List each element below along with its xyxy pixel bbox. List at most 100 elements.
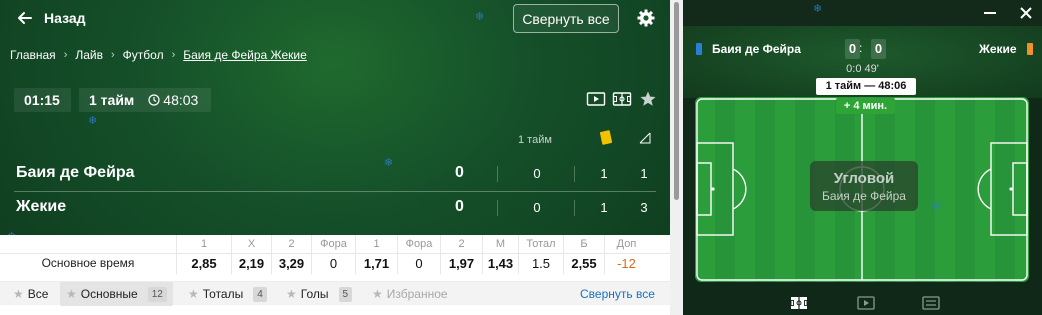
video-icon[interactable] bbox=[857, 296, 875, 310]
score-colon: : bbox=[859, 41, 863, 55]
yellow-cards: 1 bbox=[600, 200, 608, 215]
field-icon[interactable] bbox=[612, 91, 632, 107]
odds-header: 2 bbox=[440, 235, 482, 253]
filter-count: 12 bbox=[147, 286, 167, 302]
filter-label: Основные bbox=[80, 287, 138, 301]
breadcrumb-football[interactable]: Футбол bbox=[123, 48, 164, 62]
odds-value[interactable]: 3,29 bbox=[271, 254, 311, 274]
event-title: Угловой bbox=[833, 170, 895, 187]
odds-value[interactable]: 2,85 bbox=[176, 254, 231, 274]
filter-all[interactable]: ★ Все bbox=[13, 282, 48, 306]
match-panel: Назад ❄ Свернуть все Главная › Лайв › Фу… bbox=[0, 0, 670, 315]
corners: 3 bbox=[640, 200, 648, 215]
odds-value[interactable]: 1,97 bbox=[440, 254, 482, 274]
filter-label: Избранное bbox=[386, 287, 448, 301]
home-team: Баия де Фейра bbox=[696, 42, 801, 56]
odds-header: Тотал bbox=[518, 235, 563, 253]
odds-header: Фора bbox=[311, 235, 355, 253]
column-divider bbox=[574, 200, 575, 216]
column-divider bbox=[497, 200, 498, 216]
corners: 1 bbox=[640, 166, 648, 181]
filter-label: Тоталы bbox=[202, 287, 244, 301]
team-name: Жекие bbox=[16, 198, 67, 215]
odds-header: Доп bbox=[604, 235, 648, 253]
filter-main[interactable]: ★ Основные 12 bbox=[60, 282, 173, 306]
odds-value[interactable]: 2,55 bbox=[563, 254, 604, 274]
elapsed-time: 01:15 bbox=[14, 88, 71, 112]
collapse-all-link[interactable]: Свернуть все bbox=[580, 282, 655, 306]
away-score: 0 bbox=[871, 39, 886, 59]
odds-value[interactable]: 1,71 bbox=[355, 254, 397, 274]
scrollbar-thumb[interactable] bbox=[674, 2, 679, 200]
filter-label: Все bbox=[27, 287, 49, 301]
arrow-left-icon bbox=[18, 12, 32, 24]
odds-header: 1 bbox=[355, 235, 397, 253]
odds-header: 1 bbox=[176, 235, 231, 253]
back-label: Назад bbox=[44, 10, 86, 26]
back-button[interactable]: Назад bbox=[16, 9, 86, 27]
breadcrumb-current[interactable]: Баия де Фейра Жекие bbox=[183, 48, 307, 62]
chevron-right-icon: › bbox=[63, 49, 68, 61]
filter-goals[interactable]: ★ Голы 5 bbox=[286, 282, 353, 306]
clock-icon bbox=[148, 94, 160, 106]
column-divider bbox=[574, 166, 575, 182]
list-icon[interactable] bbox=[922, 296, 940, 310]
home-team-name: Баия де Фейра bbox=[712, 42, 801, 56]
odds-value: 0 bbox=[311, 254, 355, 274]
star-icon: ★ bbox=[188, 287, 199, 301]
half-score: 0 bbox=[533, 166, 541, 181]
odds-header: Б bbox=[563, 235, 604, 253]
star-icon: ★ bbox=[286, 287, 297, 301]
field-icon[interactable] bbox=[790, 296, 808, 310]
odds-value[interactable]: 2,19 bbox=[231, 254, 271, 274]
filter-favorites[interactable]: ★ Избранное bbox=[372, 282, 448, 306]
odds-header-row: 1 X 2 Фора 1 Фора 2 М Тотал Б Доп bbox=[0, 235, 670, 254]
odds-value[interactable]: 1,43 bbox=[482, 254, 518, 274]
added-time-badge: + 4 мин. bbox=[836, 98, 895, 114]
close-icon[interactable] bbox=[1019, 6, 1033, 20]
team-score: 0 bbox=[455, 198, 464, 215]
app-root: Назад ❄ Свернуть все Главная › Лайв › Фу… bbox=[0, 0, 1042, 315]
period-clock: 1 тайм — 48:06 bbox=[816, 78, 916, 95]
tracker-sub-clock: 0:0 49' bbox=[846, 63, 879, 75]
snowflake-icon: ❄ bbox=[931, 201, 941, 213]
filter-label: Голы bbox=[300, 287, 329, 301]
breadcrumb-live[interactable]: Лайв bbox=[75, 48, 103, 62]
odds-value: 1.5 bbox=[518, 254, 563, 274]
home-score: 0 bbox=[845, 39, 860, 59]
team-name: Баия де Фейра bbox=[16, 164, 135, 181]
gear-icon[interactable] bbox=[636, 8, 656, 28]
video-icon[interactable] bbox=[586, 91, 606, 107]
odds-label-spacer bbox=[0, 235, 176, 253]
corner-flag-icon bbox=[639, 132, 651, 144]
star-icon[interactable] bbox=[638, 91, 658, 107]
event-overlay: Угловой Баия де Фейра bbox=[810, 161, 918, 211]
collapse-all-button[interactable]: Свернуть все bbox=[513, 4, 619, 33]
odds-table: 1 X 2 Фора 1 Фора 2 М Тотал Б Доп Основн… bbox=[0, 235, 670, 315]
odds-header: М bbox=[482, 235, 518, 253]
odds-row-label: Основное время bbox=[41, 256, 135, 270]
top-bar: Назад ❄ Свернуть все bbox=[0, 0, 670, 38]
breadcrumb: Главная › Лайв › Футбол › Баия де Фейра … bbox=[10, 48, 307, 62]
star-icon: ★ bbox=[13, 287, 24, 301]
period-box: 1 тайм 48:03 bbox=[79, 88, 211, 112]
away-team: Жекие bbox=[979, 42, 1033, 56]
match-clock: 48:03 bbox=[148, 92, 198, 108]
minimize-icon[interactable] bbox=[983, 6, 997, 20]
more-markets[interactable]: -12 bbox=[604, 254, 648, 274]
clock-value: 48:03 bbox=[163, 92, 199, 108]
home-color-marker bbox=[696, 43, 702, 55]
chevron-right-icon: › bbox=[111, 49, 115, 61]
team-row-away: Жекие 0 0 1 3 bbox=[0, 192, 670, 224]
snowflake-icon: ❄ bbox=[88, 115, 98, 127]
filter-count: 5 bbox=[338, 286, 353, 302]
filter-totals[interactable]: ★ Тоталы 4 bbox=[188, 282, 267, 306]
match-tracker: ❄ Баия де Фейра 0 : 0 Жекие 0:0 49' ❄ 1 … bbox=[683, 0, 1042, 315]
breadcrumb-home[interactable]: Главная bbox=[10, 48, 56, 62]
event-team: Баия де Фейра bbox=[822, 189, 906, 203]
odds-header: 2 bbox=[271, 235, 311, 253]
snowflake-icon: ❄ bbox=[813, 3, 823, 15]
column-header-half: 1 тайм bbox=[518, 134, 552, 146]
star-icon: ★ bbox=[66, 287, 77, 301]
odds-value: 0 bbox=[397, 254, 440, 274]
